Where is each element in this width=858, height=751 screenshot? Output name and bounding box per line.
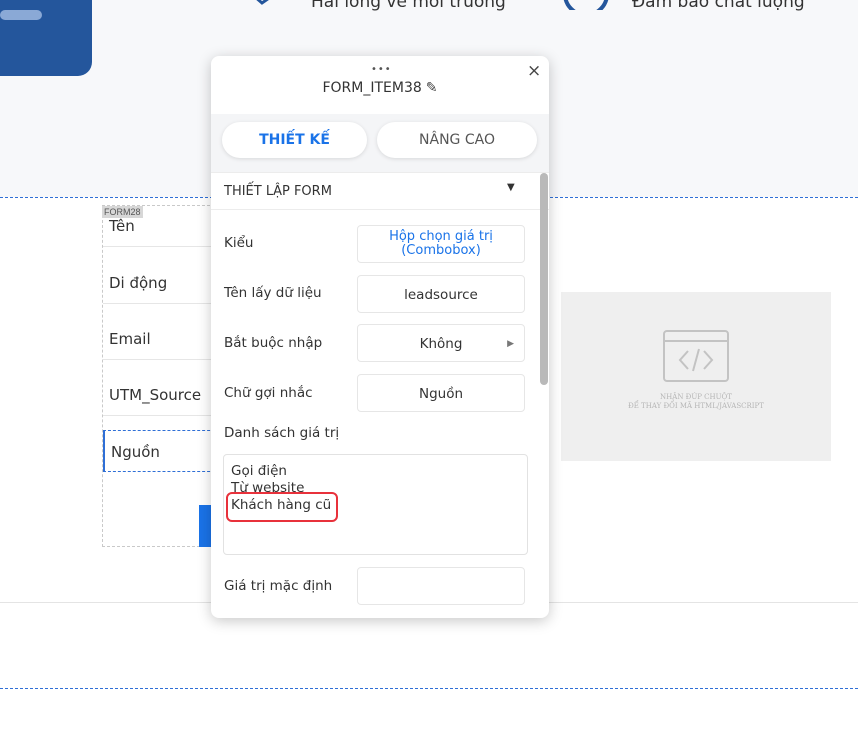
- caret-right-icon: ▶: [507, 339, 514, 349]
- scrollbar[interactable]: [540, 173, 548, 385]
- section-divider-bottom: [0, 688, 858, 689]
- form-field-utm-source[interactable]: UTM_Source: [103, 374, 220, 416]
- form-item-settings-panel: ••• × FORM_ITEM38 ✎ THIẾT KẾ NÂNG CAO THI…: [211, 56, 549, 618]
- panel-title-text: FORM_ITEM38: [322, 80, 422, 96]
- form-tag: FORM28: [102, 206, 143, 218]
- form-field-mobile[interactable]: Di động: [103, 262, 220, 304]
- drag-handle-icon[interactable]: •••: [371, 64, 392, 75]
- feature-text-1: Hài lòng về môi trường: [311, 0, 506, 12]
- panel-tabs: THIẾT KẾ NÂNG CAO: [211, 114, 549, 172]
- section-title: THIẾT LẬP FORM: [224, 184, 332, 199]
- code-window-icon: [663, 330, 729, 382]
- pencil-icon[interactable]: ✎: [426, 80, 438, 96]
- widget-caption-1: NHÂN ĐÚP CHUỘT: [660, 393, 732, 401]
- form-field-source[interactable]: Nguồn: [103, 430, 220, 472]
- field-name-label: Tên lấy dữ liệu: [224, 285, 322, 301]
- panel-title: FORM_ITEM38 ✎: [211, 80, 549, 96]
- placeholder-input[interactable]: Nguồn: [357, 374, 525, 412]
- value-list-label: Danh sách giá trị: [224, 425, 340, 441]
- feature-text-2: Đảm bảo chất lượng: [632, 0, 805, 12]
- default-value-input[interactable]: [357, 567, 525, 605]
- type-value-line-2: (Combobox): [401, 243, 481, 258]
- type-label: Kiểu: [224, 235, 254, 251]
- form-field-email[interactable]: Email: [103, 318, 220, 360]
- widget-caption-2: ĐỂ THAY ĐỔI MÃ HTML/JAVASCRIPT: [628, 402, 764, 410]
- check-icon: [256, 0, 269, 5]
- required-label: Bắt buộc nhập: [224, 335, 323, 351]
- blue-card-graphic: [0, 0, 92, 76]
- quality-icon: [563, 0, 609, 10]
- placeholder-label: Chữ gợi nhắc: [224, 385, 313, 401]
- close-icon[interactable]: ×: [527, 61, 541, 81]
- html-code-widget[interactable]: NHÂN ĐÚP CHUỘT ĐỂ THAY ĐỔI MÃ HTML/JAVAS…: [561, 292, 831, 461]
- form-settings-section-header[interactable]: THIẾT LẬP FORM ▼: [211, 172, 549, 210]
- value-item: Gọi điện: [231, 463, 287, 479]
- caret-down-icon: ▼: [507, 182, 515, 193]
- required-value: Không: [419, 336, 463, 352]
- type-value-line-1: Hộp chọn giá trị: [389, 229, 493, 244]
- tab-advanced[interactable]: NÂNG CAO: [377, 122, 537, 158]
- type-select[interactable]: Hộp chọn giá trị (Combobox): [357, 225, 525, 263]
- default-value-label: Giá trị mặc định: [224, 578, 333, 594]
- field-name-input[interactable]: leadsource: [357, 275, 525, 313]
- required-select[interactable]: Không ▶: [357, 324, 525, 362]
- tab-design[interactable]: THIẾT KẾ: [222, 122, 367, 158]
- highlight-annotation: [226, 492, 338, 522]
